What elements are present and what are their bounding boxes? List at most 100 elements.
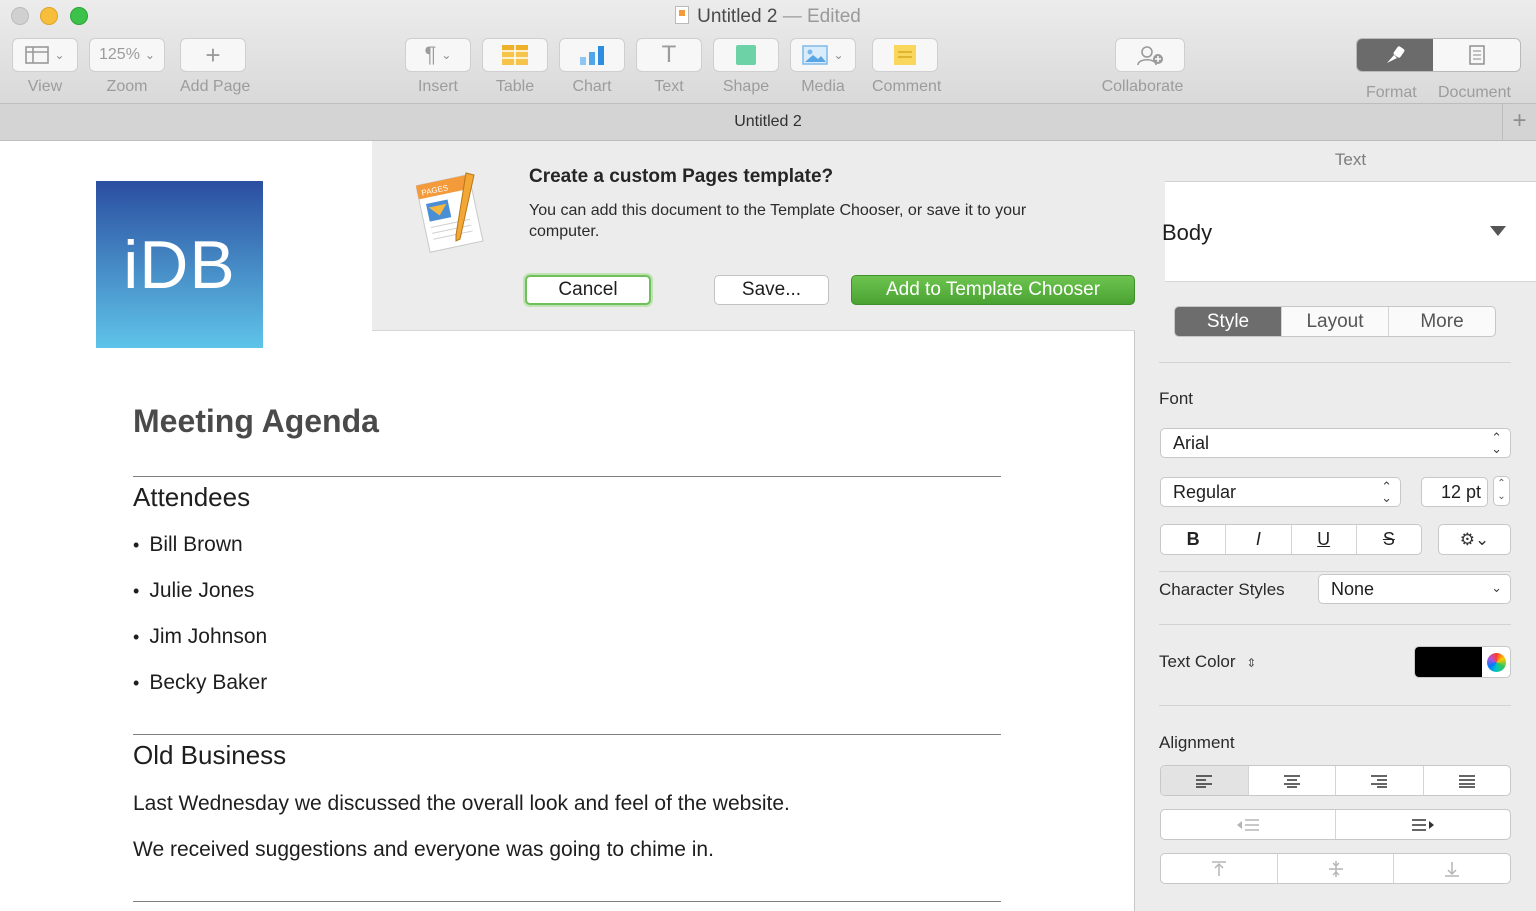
alignment-buttons — [1160, 765, 1511, 796]
idb-logo-image[interactable]: iDB — [96, 181, 263, 348]
comment-note-icon — [894, 45, 916, 65]
align-top-button[interactable] — [1161, 854, 1277, 883]
format-button[interactable] — [1357, 39, 1433, 71]
list-item[interactable]: Bill Brown — [133, 533, 242, 557]
color-wheel-icon[interactable] — [1487, 653, 1506, 672]
align-left-button[interactable] — [1161, 766, 1248, 795]
align-right-button[interactable] — [1335, 766, 1423, 795]
font-size-value: 12 pt — [1440, 481, 1481, 502]
text-color-well[interactable] — [1414, 646, 1511, 678]
new-tab-button[interactable]: + — [1502, 104, 1536, 141]
align-bottom-button[interactable] — [1393, 854, 1510, 883]
tab-more[interactable]: More — [1388, 307, 1495, 336]
chevron-down-icon: ⌄ — [54, 48, 65, 62]
zoom-button[interactable]: 125% ⌄ Zoom — [89, 38, 165, 96]
divider-line — [133, 476, 1001, 477]
table-control[interactable] — [482, 38, 548, 72]
up-down-arrows-icon: ⇕ — [1246, 656, 1257, 670]
typeface-popup[interactable]: Regular ⌃ ⌄ — [1160, 477, 1401, 507]
paragraph[interactable]: Last Wednesday we discussed the overall … — [133, 792, 790, 816]
text-control[interactable]: T — [636, 38, 702, 72]
section-divider — [1159, 571, 1511, 572]
align-middle-button[interactable] — [1276, 854, 1394, 883]
align-left-icon — [1196, 774, 1213, 788]
comment-button[interactable]: Comment — [872, 38, 941, 96]
comment-control[interactable] — [872, 38, 938, 72]
font-size-field[interactable]: 12 pt — [1421, 477, 1488, 507]
section-divider — [1159, 624, 1511, 625]
shape-button[interactable]: Shape — [713, 38, 779, 96]
justify-button[interactable] — [1422, 766, 1511, 795]
tab-style[interactable]: Style — [1175, 307, 1281, 336]
paragraph-style-popup[interactable]: Body — [1162, 182, 1536, 282]
tab-untitled-2[interactable]: Untitled 2 — [0, 113, 1536, 131]
tab-layout[interactable]: Layout — [1281, 307, 1388, 336]
format-label: Format — [1366, 84, 1417, 101]
insert-label: Insert — [417, 78, 458, 95]
view-button[interactable]: ⌄ View — [12, 38, 78, 96]
text-label: Text — [654, 78, 684, 95]
zoom-popup[interactable]: 125% ⌄ — [89, 38, 165, 72]
text-button[interactable]: T Text — [636, 38, 702, 96]
list-item[interactable]: Julie Jones — [133, 579, 254, 603]
italic-button[interactable]: I — [1225, 525, 1290, 554]
align-middle-icon — [1328, 860, 1343, 877]
cancel-button[interactable]: Cancel — [525, 275, 651, 305]
decrease-indent-button[interactable] — [1161, 810, 1335, 839]
shape-control[interactable] — [713, 38, 779, 72]
table-button[interactable]: Table — [482, 38, 548, 96]
text-color-label-text: Text Color — [1159, 652, 1236, 671]
document-page-icon — [1468, 45, 1485, 65]
view-control[interactable]: ⌄ — [12, 38, 78, 72]
collaborate-control[interactable] — [1115, 38, 1185, 72]
attendees-heading[interactable]: Attendees — [133, 482, 250, 513]
document-button[interactable] — [1433, 39, 1520, 71]
list-item[interactable]: Becky Baker — [133, 671, 267, 695]
save-button[interactable]: Save... — [714, 275, 829, 305]
document-icon — [675, 6, 690, 24]
add-to-template-chooser-button[interactable]: Add to Template Chooser — [851, 275, 1135, 305]
align-center-icon — [1283, 774, 1300, 788]
document-title[interactable]: Meeting Agenda — [133, 403, 379, 440]
text-color-label: Text Color ⇕ — [1159, 652, 1256, 672]
media-image-icon — [802, 45, 829, 65]
align-bottom-icon — [1445, 861, 1460, 877]
media-label: Media — [801, 78, 845, 95]
font-label: Font — [1159, 389, 1194, 408]
align-center-button[interactable] — [1247, 766, 1336, 795]
insert-button[interactable]: ¶ ⌄ Insert — [405, 38, 471, 96]
underline-button[interactable]: U — [1290, 525, 1356, 554]
view-label: View — [27, 78, 63, 95]
old-business-heading[interactable]: Old Business — [133, 740, 286, 771]
inspector-toggle — [1356, 38, 1521, 72]
paragraph[interactable]: We received suggestions and everyone was… — [133, 838, 714, 862]
add-page-control[interactable]: + — [180, 38, 246, 72]
bold-button[interactable]: B — [1161, 525, 1225, 554]
collaborate-button[interactable]: Collaborate — [1102, 38, 1185, 96]
increase-indent-button[interactable] — [1335, 810, 1510, 839]
shape-icon — [736, 45, 756, 65]
color-swatch[interactable] — [1415, 647, 1482, 677]
edited-indicator: — Edited — [782, 6, 861, 27]
font-family-popup[interactable]: Arial ⌃ ⌄ — [1160, 428, 1511, 458]
list-item[interactable]: Jim Johnson — [133, 625, 267, 649]
font-size-stepper[interactable]: ⌃ ⌄ — [1493, 476, 1510, 506]
character-styles-popup[interactable]: None ⌄ — [1318, 574, 1511, 604]
outdent-icon — [1237, 818, 1259, 831]
section-divider — [1159, 362, 1511, 363]
chart-button[interactable]: Chart — [559, 38, 625, 96]
collaborate-label: Collaborate — [1101, 78, 1184, 95]
strikethrough-button[interactable]: S — [1355, 525, 1421, 554]
add-page-button[interactable]: + Add Page — [180, 38, 251, 96]
media-button[interactable]: ⌄ Media — [790, 38, 856, 96]
add-page-label: Add Page — [180, 78, 251, 95]
media-control[interactable]: ⌄ — [790, 38, 856, 72]
character-styles-value: None — [1331, 578, 1375, 599]
insert-control[interactable]: ¶ ⌄ — [405, 38, 471, 72]
format-inspector: Text Body Style Layout More Font Arial ⌃… — [1135, 141, 1536, 911]
zoom-label: Zoom — [106, 78, 148, 95]
advanced-options-button[interactable]: ⚙⌄ — [1438, 524, 1511, 555]
chart-control[interactable] — [559, 38, 625, 72]
text-box-icon: T — [661, 41, 677, 68]
template-sheet-dialog: PAGES Create a custom Pages template? Yo… — [372, 141, 1165, 331]
